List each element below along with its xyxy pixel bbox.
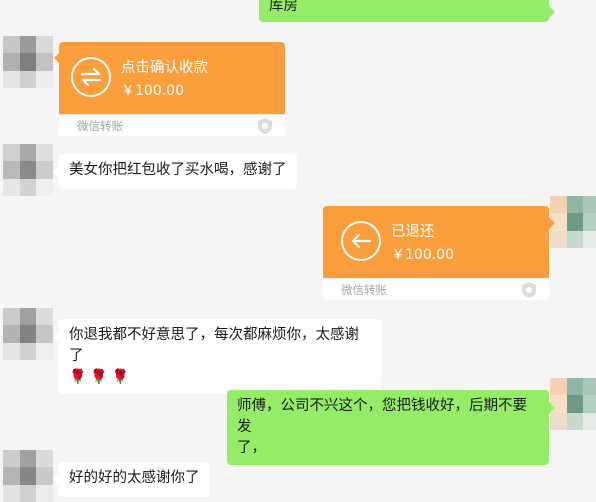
avatar-contact[interactable]: [3, 36, 53, 88]
transfer-card-returned[interactable]: 已退还 ￥100.00 微信转账: [323, 206, 549, 300]
message-bubble-other[interactable]: 美女你把红包收了买水喝，感谢了: [53, 154, 297, 189]
avatar-contact[interactable]: [3, 144, 53, 196]
transfer-arrows-icon: [71, 57, 111, 97]
message-bubble-other[interactable]: 好的好的太感谢你了: [53, 462, 210, 497]
message-text: 库房: [269, 0, 298, 14]
avatar-contact[interactable]: [3, 450, 53, 502]
message-text: 好的好的太感谢你了: [69, 470, 200, 486]
rose-emoji: 🌹🌹🌹: [69, 369, 134, 385]
transfer-card-footer: 微信转账: [59, 114, 285, 136]
transfer-footer-label: 微信转账: [77, 119, 123, 133]
shield-icon: [258, 118, 272, 134]
transfer-title: 已退还: [391, 224, 435, 240]
transfer-title: 点击确认收款: [121, 60, 208, 76]
message-text: 师傅，公司不兴这个，您把钱收好，后期不要发: [237, 398, 527, 435]
shield-icon: [522, 282, 536, 298]
transfer-card-header: 已退还 ￥100.00: [323, 206, 549, 278]
message-bubble-other[interactable]: 你退我都不好意思了，每次都麻烦你，太感谢了 🌹🌹🌹: [53, 319, 381, 394]
message-bubble-self[interactable]: 师傅，公司不兴这个，您把钱收好，后期不要发 了，: [227, 390, 555, 465]
transfer-footer-label: 微信转账: [341, 283, 387, 297]
transfer-card-footer: 微信转账: [323, 278, 549, 300]
transfer-card-header: 点击确认收款 ￥100.00: [59, 42, 285, 114]
avatar-contact[interactable]: [3, 308, 53, 360]
avatar-self[interactable]: [550, 196, 596, 248]
transfer-amount: ￥100.00: [391, 247, 454, 263]
bubble-pointer: [549, 217, 555, 229]
transfer-amount: ￥100.00: [121, 83, 184, 99]
message-text: 美女你把红包收了买水喝，感谢了: [69, 162, 287, 178]
transfer-card-pending[interactable]: 点击确认收款 ￥100.00 微信转账: [59, 42, 285, 136]
message-bubble-self[interactable]: 库房: [259, 0, 555, 22]
message-text: 你退我都不好意思了，每次都麻烦你，太感谢了: [69, 327, 359, 364]
message-text: 了，: [237, 440, 266, 456]
return-arrow-icon: [341, 221, 381, 261]
avatar-self[interactable]: [550, 378, 596, 430]
